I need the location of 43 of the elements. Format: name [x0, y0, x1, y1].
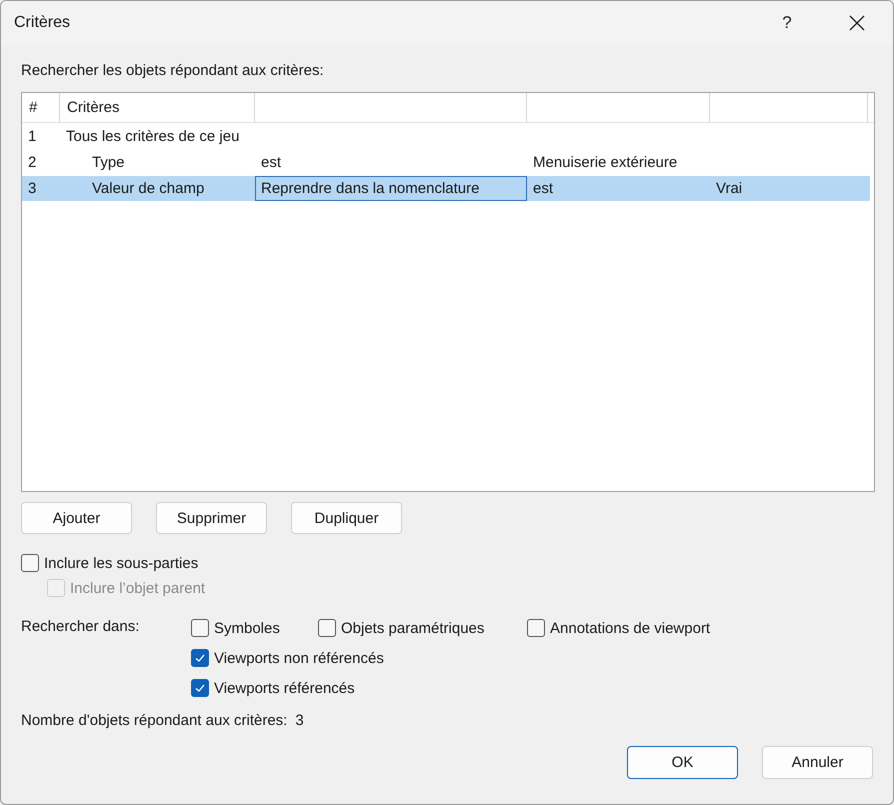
checkbox-label: Symboles [214, 620, 280, 636]
checkbox-label: Viewports référencés [214, 680, 355, 696]
column-header[interactable]: # [22, 93, 60, 122]
row-number: 1 [27, 127, 38, 147]
close-icon [849, 15, 865, 31]
check-icon [194, 652, 206, 664]
search-in-label: Rechercher dans: [21, 618, 140, 637]
help-button[interactable]: ? [764, 1, 810, 45]
criteria-row[interactable]: 3 Valeur de champ Reprendre dans la nomenclature est Vrai [22, 176, 870, 201]
dialog-button[interactable]: Annuler [762, 746, 873, 779]
dialog-button[interactable]: OK [627, 746, 738, 779]
checkbox-label: Inclure les sous-parties [44, 554, 198, 572]
checkbox-label: Viewports non référencés [214, 650, 384, 666]
table-cell-text: Vrai [715, 179, 744, 199]
criterion-name: Type [91, 153, 126, 173]
checkbox[interactable] [191, 649, 209, 667]
prompt-label: Rechercher les objets répondant aux critères: [21, 62, 325, 81]
action-button[interactable]: Supprimer [156, 502, 267, 534]
table-cell-text: est [260, 153, 282, 173]
checkbox-label: Inclure l’objet parent [70, 580, 206, 596]
table-cell: Reprendre dans la nomenclature [255, 176, 527, 201]
table-cell-text: Menuiserie extérieure [532, 153, 678, 173]
checkbox-label: Annotations de viewport [550, 620, 710, 636]
checkbox[interactable] [527, 619, 545, 637]
action-button[interactable]: Dupliquer [291, 502, 402, 534]
checkbox[interactable] [191, 619, 209, 637]
criteria-row[interactable]: 2 Type est Menuiserie extérieure [22, 150, 870, 175]
window-title: Critères [14, 14, 72, 32]
count-label: Nombre d'objets répondant aux critères: [21, 712, 288, 729]
criteria-row[interactable]: 1 Tous les critères de ce jeu [22, 124, 870, 149]
row-number: 3 [27, 179, 38, 199]
column-header[interactable]: Critères [60, 93, 255, 122]
count-value: 3 [295, 712, 304, 729]
action-button[interactable]: Ajouter [21, 502, 132, 534]
checkbox[interactable] [191, 679, 209, 697]
row-number: 2 [27, 153, 38, 173]
checkbox-label: Objets paramétriques [341, 620, 484, 636]
checkbox[interactable] [318, 619, 336, 637]
criterion-name: Valeur de champ [91, 179, 206, 199]
check-icon [194, 682, 206, 694]
table-cell-text: est [532, 179, 554, 199]
criterion-name: Tous les critères de ce jeu [65, 127, 240, 147]
checkbox[interactable] [21, 554, 39, 572]
